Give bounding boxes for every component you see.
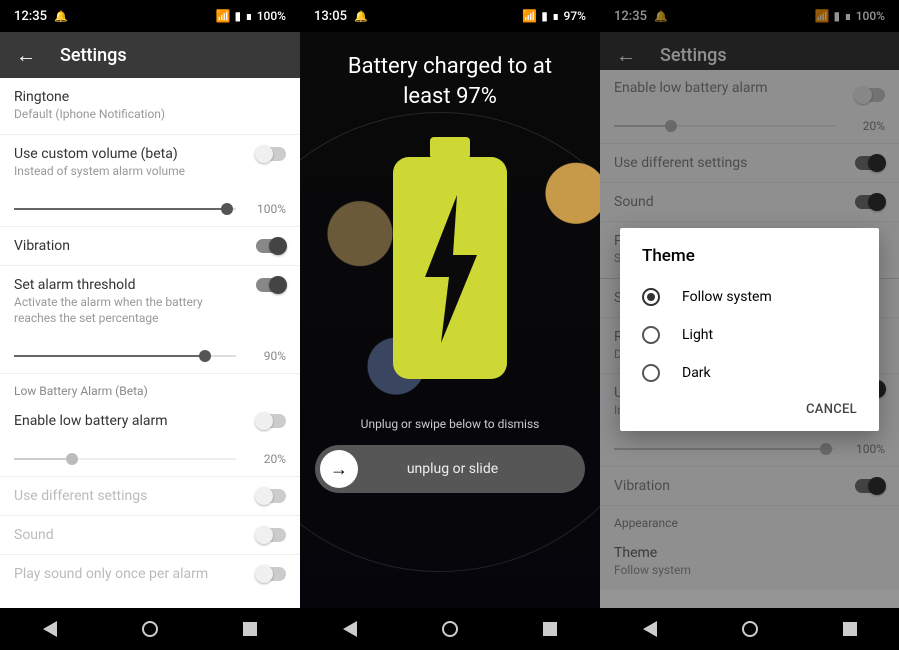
unplug-slider[interactable]: → unplug or slide	[315, 445, 585, 493]
low-slider[interactable]	[614, 125, 835, 127]
screen-settings-1: 12:35 🔔 📶 ▮ ∎ 100% ← Settings Ringtone De…	[0, 0, 300, 650]
row-sound[interactable]: Sound	[0, 516, 300, 554]
wifi-icon: 📶	[522, 9, 537, 23]
radio-icon[interactable]	[642, 326, 660, 344]
status-battery: 97%	[564, 9, 586, 23]
toggle-enable-low[interactable]	[855, 88, 885, 102]
nav-back-icon[interactable]	[643, 621, 657, 637]
toggle-vibration[interactable]	[855, 479, 885, 493]
threshold-slider-row: 90%	[0, 337, 300, 373]
status-time: 12:35	[614, 9, 647, 24]
row-sound[interactable]: Sound	[600, 183, 899, 221]
signal-icon: ▮	[541, 9, 548, 23]
toggle-threshold[interactable]	[256, 278, 286, 292]
settings-list: Ringtone Default (Iphone Notification) U…	[0, 78, 300, 593]
nav-recent-icon[interactable]	[843, 622, 857, 636]
nav-home-icon[interactable]	[142, 621, 158, 637]
section-appearance: Appearance	[600, 506, 899, 534]
signal-icon: ▮	[833, 9, 840, 23]
volume-slider-row: 100%	[0, 190, 300, 226]
wifi-icon: 📶	[216, 9, 231, 23]
row-enable-low[interactable]: Enable low battery alarm	[0, 402, 300, 440]
toggle-play-once[interactable]	[256, 567, 286, 581]
theme-option-follow-system[interactable]: Follow system	[620, 278, 879, 316]
status-time: 12:35	[14, 9, 47, 24]
row-enable-low[interactable]: Enable low battery alarm	[600, 76, 899, 107]
back-icon[interactable]: ←	[16, 45, 36, 65]
bell-icon: 🔔	[54, 10, 68, 23]
toggle-different-settings[interactable]	[855, 156, 885, 170]
screen-charging: 13:05 🔔 📶 ▮ ∎ 97% ☁ ☁ Battery charged to …	[300, 0, 600, 650]
status-bar: 12:35 🔔 📶 ▮ ∎ 100%	[600, 0, 899, 32]
nav-recent-icon[interactable]	[543, 622, 557, 636]
nav-back-icon[interactable]	[43, 621, 57, 637]
bell-icon: 🔔	[654, 10, 668, 23]
row-theme[interactable]: Theme Follow system	[600, 534, 899, 590]
theme-option-dark[interactable]: Dark	[620, 354, 879, 392]
toggle-enable-low[interactable]	[256, 414, 286, 428]
low-slider[interactable]	[14, 458, 236, 460]
threshold-slider[interactable]	[14, 355, 236, 357]
back-icon[interactable]: ←	[616, 45, 636, 65]
toggle-sound[interactable]	[855, 195, 885, 209]
signal-icon: ▮	[234, 9, 241, 23]
nav-bar	[300, 608, 600, 650]
status-time: 13:05	[314, 9, 347, 24]
toggle-different-settings[interactable]	[256, 489, 286, 503]
radio-icon[interactable]	[642, 288, 660, 306]
charging-body: ☁ ☁ Battery charged to at least 97% Unpl…	[300, 32, 600, 608]
nav-bar	[600, 608, 899, 650]
row-play-once[interactable]: Play sound only once per alarm	[0, 555, 300, 593]
toggle-sound[interactable]	[256, 528, 286, 542]
nav-bar	[0, 608, 300, 650]
slide-label: unplug or slide	[358, 461, 585, 477]
app-header: ← Settings	[0, 32, 300, 78]
toggle-custom-volume[interactable]	[256, 147, 286, 161]
radio-icon[interactable]	[642, 364, 660, 382]
status-right: 📶 ▮ ∎ 97%	[522, 9, 586, 23]
battery-icon	[300, 137, 600, 387]
volume-slider[interactable]	[14, 208, 236, 210]
bell-icon: 🔔	[354, 10, 368, 23]
charged-headline: Battery charged to at least 97%	[300, 32, 600, 119]
cancel-button[interactable]: CANCEL	[620, 392, 879, 423]
status-battery: 100%	[257, 9, 286, 23]
low-slider-row: 20%	[600, 107, 899, 143]
status-right: 📶 ▮ ∎ 100%	[216, 9, 287, 23]
nav-home-icon[interactable]	[442, 621, 458, 637]
row-different-settings[interactable]: Use different settings	[600, 144, 899, 182]
theme-dialog: Theme Follow system Light Dark CANCEL	[620, 228, 879, 431]
section-low-battery: Low Battery Alarm (Beta)	[0, 374, 300, 402]
dismiss-text: Unplug or swipe below to dismiss	[300, 417, 600, 431]
nav-home-icon[interactable]	[742, 621, 758, 637]
status-right: 📶 ▮ ∎ 100%	[815, 9, 886, 23]
low-slider-row: 20%	[0, 440, 300, 476]
status-bar: 13:05 🔔 📶 ▮ ∎ 97%	[300, 0, 600, 32]
page-title: Settings	[60, 45, 127, 66]
row-different-settings[interactable]: Use different settings	[0, 477, 300, 515]
volume-slider[interactable]	[614, 448, 835, 450]
row-custom-volume[interactable]: Use custom volume (beta) Instead of syst…	[0, 135, 300, 191]
row-vibration[interactable]: Vibration	[0, 227, 300, 265]
status-bar: 12:35 🔔 📶 ▮ ∎ 100%	[0, 0, 300, 32]
volume-slider-row: 100%	[600, 430, 899, 466]
wifi-icon: 📶	[815, 9, 830, 23]
nav-back-icon[interactable]	[343, 621, 357, 637]
row-vibration[interactable]: Vibration	[600, 467, 899, 505]
dialog-title: Theme	[620, 246, 879, 278]
theme-option-light[interactable]: Light	[620, 316, 879, 354]
row-threshold[interactable]: Set alarm threshold Activate the alarm w…	[0, 266, 300, 337]
toggle-vibration[interactable]	[256, 239, 286, 253]
row-ringtone[interactable]: Ringtone Default (Iphone Notification)	[0, 78, 300, 134]
screen-theme-dialog: 12:35 🔔 📶 ▮ ∎ 100% ← Settings Enable low …	[600, 0, 899, 650]
status-battery: 100%	[856, 9, 885, 23]
page-title: Settings	[660, 45, 727, 66]
nav-recent-icon[interactable]	[243, 622, 257, 636]
arrow-right-icon[interactable]: →	[320, 450, 358, 488]
